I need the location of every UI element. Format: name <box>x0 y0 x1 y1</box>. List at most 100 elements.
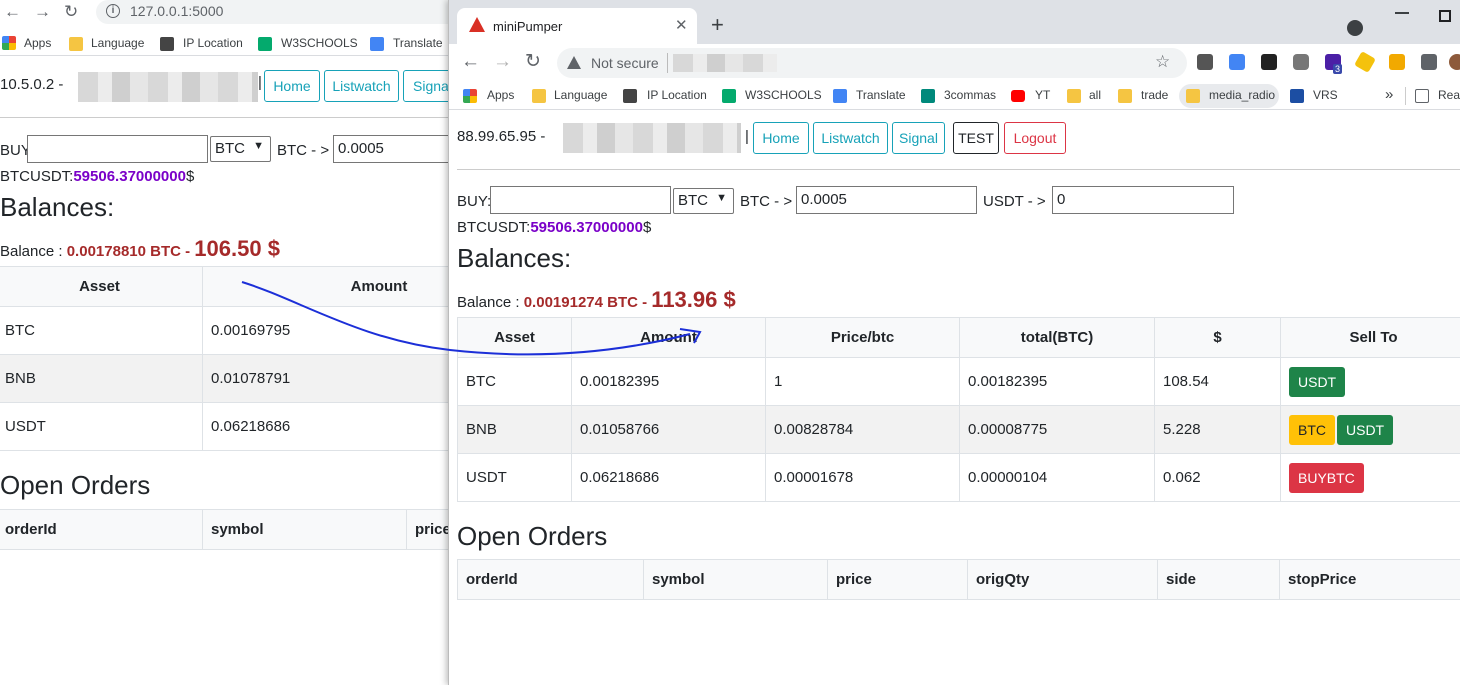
apps-grid-icon <box>2 36 16 50</box>
bg-home-button[interactable]: Home <box>264 70 320 102</box>
currency-value: BTC <box>678 192 708 209</box>
bg-balance-label: Balance : <box>0 243 63 260</box>
omnibox[interactable]: Not secure ☆ <box>557 48 1187 78</box>
tab-title: miniPumper <box>493 19 563 34</box>
translate-icon <box>833 89 847 103</box>
cell-total: 0.00008775 <box>959 405 1155 454</box>
youtube-icon <box>1011 90 1025 102</box>
back-arrow-icon[interactable]: ← <box>461 51 480 73</box>
new-tab-icon[interactable]: + <box>711 14 724 36</box>
minimize-icon[interactable] <box>1395 12 1409 14</box>
bookmark-apps[interactable]: Apps <box>24 36 51 50</box>
reading-list-label[interactable]: Read <box>1438 88 1460 102</box>
forward-arrow-icon[interactable]: → <box>34 2 51 22</box>
cell-asset: USDT <box>0 402 203 451</box>
broom-icon[interactable] <box>1389 54 1405 70</box>
tab-minipumper[interactable]: miniPumper ✕ <box>457 8 697 44</box>
cell-price: 0.00828784 <box>765 405 960 454</box>
qr-extension-icon[interactable] <box>1197 54 1213 70</box>
bg-orders-table: orderId symbol price <box>0 509 460 550</box>
profile-avatar[interactable] <box>1449 54 1460 70</box>
test-button[interactable]: TEST <box>953 122 999 154</box>
open-orders-table: orderId symbol price origQty side stopPr… <box>457 559 1460 600</box>
bg-btc-arrow: BTC - > <box>277 142 330 159</box>
bookmark-ip-location[interactable]: IP Location <box>183 36 243 50</box>
tab-search-icon[interactable] <box>1347 20 1363 36</box>
col-side: side <box>1157 559 1280 600</box>
col-sell-to: Sell To <box>1280 317 1460 358</box>
chevron-down-icon: ▼ <box>253 140 264 152</box>
balance-usd: 113.96 $ <box>651 287 736 312</box>
cell-asset: BTC <box>0 306 203 355</box>
buy-label: BUY: <box>457 193 492 210</box>
bg-open-orders-heading: Open Orders <box>0 470 151 500</box>
bookmark-vrs[interactable]: VRS <box>1313 88 1338 102</box>
balances-table: Asset Amount Price/btc total(BTC) $ Sell… <box>457 317 1460 502</box>
cell-price: 1 <box>765 357 960 406</box>
listwatch-button[interactable]: Listwatch <box>813 122 888 154</box>
tab-close-icon[interactable]: ✕ <box>675 16 688 34</box>
bookmark-language[interactable]: Language <box>91 36 144 50</box>
btc-amount-input[interactable]: 0.0005 <box>796 186 977 214</box>
forward-arrow-icon[interactable]: → <box>493 51 512 73</box>
qr-code-icon[interactable] <box>1261 54 1277 70</box>
reload-icon[interactable]: ↻ <box>525 50 541 73</box>
col-price-btc: Price/btc <box>765 317 960 358</box>
bg-bookmarks-bar: Apps Language IP Location W3SCHOOLS Tran… <box>0 30 460 56</box>
separator: | <box>258 74 262 91</box>
bg-currency-select[interactable]: BTC ▼ <box>210 136 271 162</box>
table-row: BTC 0.00182395 1 0.00182395 108.54 USDT <box>457 357 1460 406</box>
col-usd: $ <box>1154 317 1281 358</box>
translate-extension-icon[interactable] <box>1229 54 1245 70</box>
bg-btc-amount-input[interactable]: 0.0005 <box>333 135 460 163</box>
price-value: 59506.37000000 <box>530 219 643 236</box>
col-orig-qty: origQty <box>967 559 1158 600</box>
bookmark-ip-location[interactable]: IP Location <box>647 88 707 102</box>
reload-icon[interactable]: ↻ <box>64 2 78 22</box>
currency-select[interactable]: BTC ▼ <box>673 188 734 214</box>
bookmark-3commas[interactable]: 3commas <box>944 88 996 102</box>
bg-price-label: BTCUSDT: <box>0 168 74 185</box>
col-asset: Asset <box>457 317 572 358</box>
back-arrow-icon[interactable]: ← <box>4 2 21 22</box>
folder-icon <box>1067 89 1081 103</box>
sell-to-usdt-button[interactable]: USDT <box>1289 366 1346 397</box>
star-icon[interactable]: ☆ <box>1155 52 1170 72</box>
bookmarks-overflow-icon[interactable]: » <box>1385 86 1393 103</box>
balance-btc: 0.00191274 BTC - <box>523 294 648 311</box>
bg-price-line: BTCUSDT:59506.37000000$ <box>0 168 194 185</box>
bookmark-all[interactable]: all <box>1089 88 1101 102</box>
home-button[interactable]: Home <box>753 122 809 154</box>
cell-amount: 0.00169795 <box>202 306 460 355</box>
bookmark-yt[interactable]: YT <box>1035 88 1050 102</box>
bookmark-trade[interactable]: trade <box>1141 88 1168 102</box>
bg-price-value: 59506.37000000 <box>73 168 186 185</box>
puzzle-extensions-icon[interactable] <box>1421 54 1437 70</box>
sell-to-btc-button[interactable]: BTC <box>1289 414 1335 445</box>
bookmark-w3schools[interactable]: W3SCHOOLS <box>281 36 358 50</box>
col-total-btc: total(BTC) <box>959 317 1155 358</box>
btc-arrow-label: BTC - > <box>740 193 793 210</box>
w3schools-icon <box>258 37 272 51</box>
balance-label: Balance : <box>457 294 520 311</box>
buy-input[interactable] <box>490 186 671 214</box>
logout-button[interactable]: Logout <box>1004 122 1066 154</box>
info-icon[interactable]: i <box>106 4 120 18</box>
usdt-arrow-label: USDT - > <box>983 193 1046 210</box>
bookmark-apps[interactable]: Apps <box>487 88 514 102</box>
usdt-amount-input[interactable]: 0 <box>1052 186 1234 214</box>
bookmark-translate[interactable]: Translate <box>856 88 906 102</box>
buy-btc-button[interactable]: BUYBTC <box>1289 462 1364 493</box>
sell-to-usdt-button[interactable]: USDT <box>1337 414 1394 445</box>
bookmark-w3schools[interactable]: W3SCHOOLS <box>745 88 822 102</box>
signal-button[interactable]: Signal <box>892 122 945 154</box>
highlighter-icon[interactable] <box>1354 51 1376 73</box>
bg-buy-input[interactable] <box>27 135 208 163</box>
open-orders-heading: Open Orders <box>457 521 608 551</box>
maximize-icon[interactable] <box>1439 10 1451 22</box>
bookmark-language[interactable]: Language <box>554 88 607 102</box>
camera-icon[interactable] <box>1293 54 1309 70</box>
bg-listwatch-button[interactable]: Listwatch <box>324 70 399 102</box>
bookmark-media-radio[interactable]: media_radio <box>1209 88 1275 102</box>
bookmark-translate[interactable]: Translate <box>393 36 443 50</box>
